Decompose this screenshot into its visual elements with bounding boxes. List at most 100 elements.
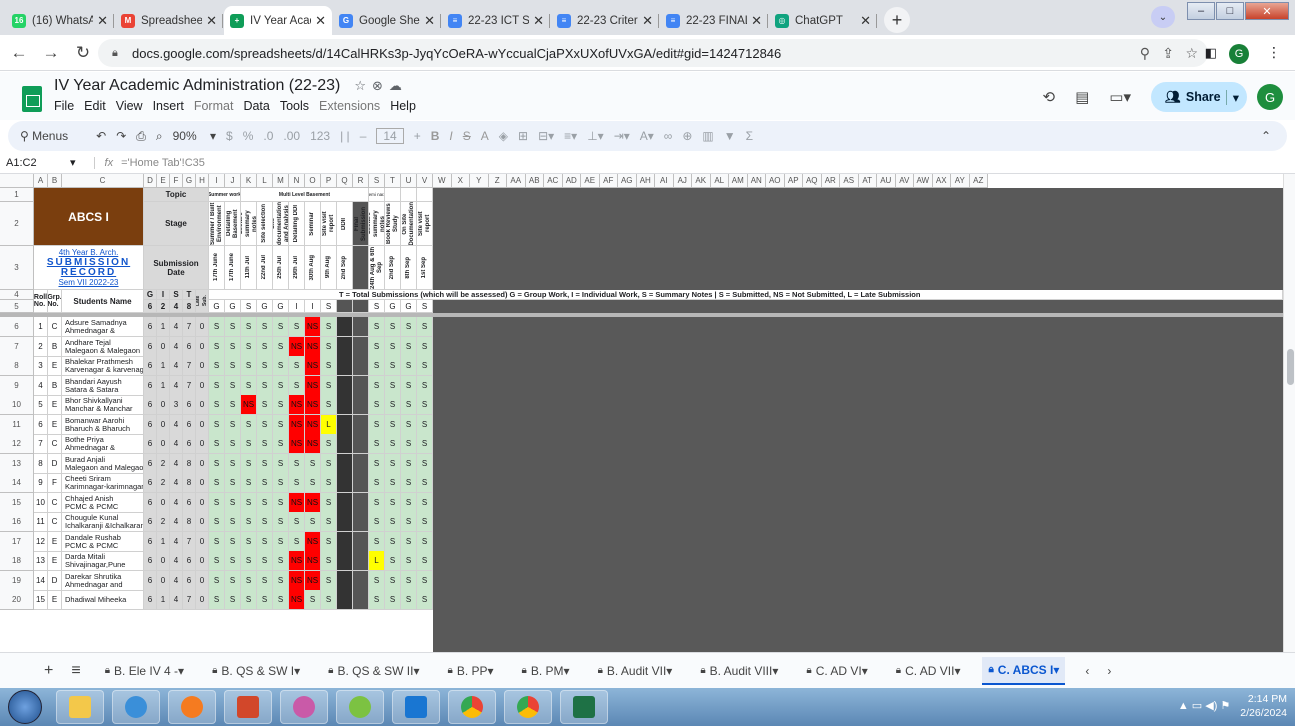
status-cell[interactable]: S — [241, 532, 257, 552]
status-cell[interactable]: S — [209, 395, 225, 415]
status-cell[interactable]: S — [241, 512, 257, 532]
count-header-i[interactable]: I — [157, 290, 170, 300]
percent-icon[interactable]: % — [243, 129, 254, 143]
column-header[interactable]: AB — [525, 174, 544, 188]
count-i-cell[interactable]: 1 — [157, 532, 170, 552]
column-header[interactable]: H — [196, 174, 209, 188]
count-late-cell[interactable]: 0 — [196, 317, 209, 337]
column-header[interactable]: AU — [877, 174, 896, 188]
work-type-cell[interactable]: S — [321, 300, 337, 313]
count-total-g[interactable]: 6 — [144, 300, 157, 313]
browser-tab[interactable]: + IV Year Acaden ✕ — [224, 6, 332, 35]
browser-tab[interactable]: ≡ 22-23 ICT Supp✕ — [442, 6, 550, 35]
status-cell[interactable]: S — [305, 454, 321, 474]
status-cell[interactable]: S — [369, 532, 385, 552]
status-cell[interactable]: S — [225, 571, 241, 591]
font-size-increase[interactable]: + — [414, 129, 421, 143]
text-rotation-icon[interactable]: A▾ — [640, 129, 654, 143]
status-cell[interactable]: S — [417, 356, 433, 376]
column-header[interactable]: AZ — [969, 174, 988, 188]
status-cell[interactable]: S — [241, 473, 257, 493]
count-t-cell[interactable]: 6 — [183, 551, 196, 571]
redo-icon[interactable]: ↷ — [116, 129, 126, 143]
count-late-cell[interactable]: 0 — [196, 590, 209, 610]
roll-no-cell[interactable]: 5 — [34, 395, 48, 415]
status-cell[interactable]: S — [401, 317, 417, 337]
status-cell[interactable]: S — [273, 415, 289, 435]
work-type-cell[interactable]: S — [369, 300, 385, 313]
status-cell[interactable]: S — [225, 551, 241, 571]
count-i-cell[interactable]: 0 — [157, 434, 170, 454]
student-name-cell[interactable]: Dandale Rushab PCMC & PCMC — [62, 532, 144, 552]
roll-no-cell[interactable]: 3 — [34, 356, 48, 376]
sheet-tab[interactable]: 🔒︎ B. Audit VIII ▾ — [694, 657, 784, 685]
menu-insert[interactable]: Insert — [153, 99, 184, 113]
tray-icons[interactable]: ▲ ▭ ◀) ⚑ — [1178, 699, 1230, 713]
status-cell[interactable]: S — [385, 317, 401, 337]
status-cell[interactable]: S — [209, 376, 225, 396]
status-cell[interactable] — [353, 317, 369, 337]
count-t-cell[interactable]: 7 — [183, 376, 196, 396]
status-cell[interactable]: S — [305, 473, 321, 493]
count-total-i[interactable]: 2 — [157, 300, 170, 313]
formula-input[interactable]: ='Home Tab'!C35 — [121, 157, 205, 169]
column-header[interactable]: Y — [470, 174, 489, 188]
status-cell[interactable] — [337, 571, 353, 591]
column-header[interactable]: AQ — [803, 174, 822, 188]
student-name-cell[interactable]: Chougule Kunal Ichalkaranji &Ichalkaranji — [62, 512, 144, 532]
summer-work-label[interactable]: Summer work — [209, 188, 241, 202]
clock-date[interactable]: 2/26/2024 — [1240, 706, 1287, 720]
menu-file[interactable]: File — [54, 99, 74, 113]
stage-cell[interactable]: Seminar — [305, 202, 321, 246]
menu-extensions[interactable]: Extensions — [319, 99, 380, 113]
add-sheet-button[interactable]: + — [44, 662, 53, 680]
status-cell[interactable]: S — [273, 337, 289, 357]
status-cell[interactable]: S — [401, 532, 417, 552]
stage-cell[interactable]: Lecture summary notes — [369, 202, 385, 246]
status-cell[interactable]: S — [369, 317, 385, 337]
count-s-cell[interactable]: 4 — [170, 571, 183, 591]
status-cell[interactable] — [337, 493, 353, 513]
status-cell[interactable]: S — [401, 415, 417, 435]
select-all-corner[interactable] — [0, 174, 34, 188]
sheet-tab-dropdown-icon[interactable]: ▾ — [564, 664, 570, 678]
date-cell[interactable]: 30th Aug — [305, 246, 321, 290]
sheet-tab[interactable]: 🔒︎ B. Ele IV 4 - ▾ — [99, 657, 190, 685]
status-cell[interactable]: S — [209, 571, 225, 591]
date-cell[interactable]: 17th June — [209, 246, 225, 290]
zoom-select[interactable]: 90% ▾ — [173, 129, 216, 143]
stage-cell[interactable]: Site selection — [257, 202, 273, 246]
count-t-cell[interactable]: 6 — [183, 571, 196, 591]
status-cell[interactable]: S — [321, 532, 337, 552]
status-cell[interactable]: S — [225, 512, 241, 532]
status-cell[interactable]: S — [385, 434, 401, 454]
start-button[interactable] — [8, 690, 42, 724]
count-t-cell[interactable]: 8 — [183, 512, 196, 532]
status-cell[interactable]: S — [273, 454, 289, 474]
count-s-cell[interactable]: 4 — [170, 473, 183, 493]
wps-icon[interactable] — [336, 690, 384, 724]
text-color-button[interactable]: A — [481, 129, 489, 143]
column-header[interactable]: A — [34, 174, 48, 188]
count-s-cell[interactable]: 4 — [170, 356, 183, 376]
tab-close-icon[interactable]: ✕ — [424, 13, 435, 29]
browser-tab[interactable]: 16 (16) WhatsApp✕ — [6, 6, 114, 35]
count-g-cell[interactable]: 6 — [144, 571, 157, 591]
stage-cell[interactable]: Detailing Basement — [225, 202, 241, 246]
count-late-cell[interactable]: 0 — [196, 356, 209, 376]
late-sub-header[interactable]: Late Sub. — [196, 290, 209, 313]
increase-decimal-icon[interactable]: .00 — [283, 129, 300, 143]
student-name-cell[interactable]: Dhadiwal Miheeka — [62, 590, 144, 610]
count-g-cell[interactable]: 6 — [144, 356, 157, 376]
roll-no-cell[interactable]: 10 — [34, 493, 48, 513]
column-header[interactable]: AL — [710, 174, 729, 188]
count-i-cell[interactable]: 2 — [157, 512, 170, 532]
status-cell[interactable]: S — [385, 356, 401, 376]
sheet-tab[interactable]: 🔒︎ C. ABCS I ▾ — [982, 656, 1066, 685]
count-s-cell[interactable]: 4 — [170, 512, 183, 532]
student-name-cell[interactable]: Bhandari Aayush Satara & Satara — [62, 376, 144, 396]
collapse-menus-icon[interactable]: ⌃ — [1261, 129, 1271, 143]
status-cell[interactable]: S — [289, 473, 305, 493]
status-cell[interactable]: S — [385, 454, 401, 474]
roll-no-cell[interactable]: 11 — [34, 512, 48, 532]
